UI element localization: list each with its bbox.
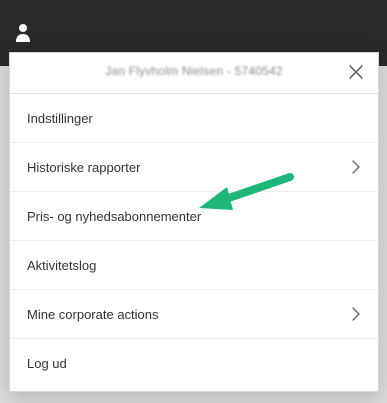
menu-item-label: Pris- og nyhedsabonnementer [27, 208, 202, 224]
user-icon[interactable] [14, 22, 32, 44]
menu-item-historiske-rapporter[interactable]: Historiske rapporter [10, 143, 378, 192]
chevron-right-icon [350, 306, 362, 322]
user-menu-dropdown: Jan Flyvholm Nielsen - 5740542 Indstilli… [9, 52, 379, 392]
close-icon[interactable] [344, 60, 368, 84]
menu-item-mine-corporate-actions[interactable]: Mine corporate actions [10, 290, 378, 339]
menu-item-label: Historiske rapporter [27, 159, 141, 175]
menu-item-aktivitetslog[interactable]: Aktivitetslog [10, 241, 378, 290]
menu-item-log-ud[interactable]: Log ud [10, 339, 378, 387]
chevron-right-icon [350, 159, 362, 175]
menu-header: Jan Flyvholm Nielsen - 5740542 [10, 53, 378, 94]
menu-item-indstillinger[interactable]: Indstillinger [10, 94, 378, 143]
menu-item-label: Aktivitetslog [27, 257, 97, 273]
user-name: Jan Flyvholm Nielsen - 5740542 [105, 64, 283, 78]
menu-item-label: Log ud [27, 355, 67, 371]
menu-item-label: Indstillinger [27, 110, 93, 126]
menu-item-pris-og-nyhedsabonnementer[interactable]: Pris- og nyhedsabonnementer [10, 192, 378, 241]
menu-item-label: Mine corporate actions [27, 306, 159, 322]
page: Jan Flyvholm Nielsen - 5740542 Indstilli… [0, 0, 387, 403]
